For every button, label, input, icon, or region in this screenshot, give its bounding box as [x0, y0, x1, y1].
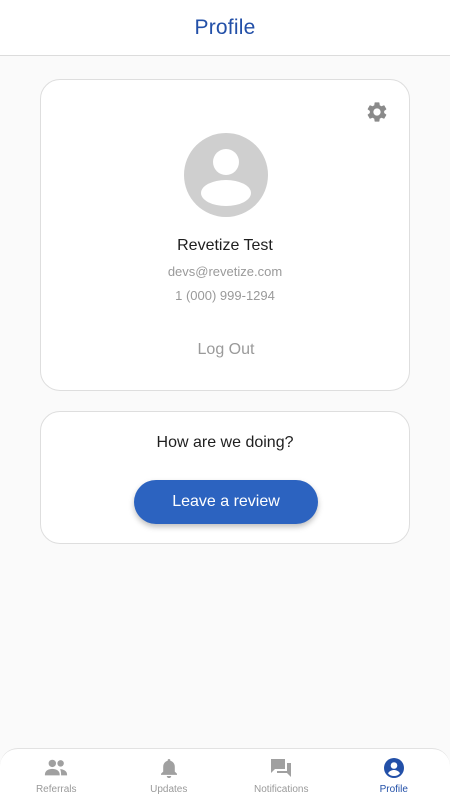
nav-label: Referrals	[35, 784, 77, 795]
review-prompt: How are we doing?	[156, 434, 294, 451]
app-header: Profile	[0, 0, 450, 56]
nav-item-referrals[interactable]: Referrals	[0, 749, 113, 800]
nav-item-notifications[interactable]: Notifications	[225, 749, 338, 800]
page-title: Profile	[194, 15, 256, 39]
bottom-nav: Referrals Updates Notifications Profile	[0, 748, 450, 800]
user-email: devs@revetize.com	[167, 264, 283, 279]
profile-card: Revetize Test devs@revetize.com 1 (000) …	[40, 79, 410, 391]
user-phone: 1 (000) 999-1294	[175, 288, 275, 303]
logout-button[interactable]: Log Out	[176, 338, 276, 362]
user-name: Revetize Test	[177, 237, 273, 254]
account-circle-icon	[382, 757, 406, 779]
people-icon	[44, 757, 68, 779]
nav-item-profile[interactable]: Profile	[338, 749, 450, 800]
account-circle-icon	[184, 133, 268, 217]
chat-bubbles-icon	[269, 757, 293, 779]
nav-label: Updates	[150, 784, 188, 795]
nav-item-updates[interactable]: Updates	[113, 749, 226, 800]
avatar	[183, 132, 269, 218]
gear-icon[interactable]	[365, 100, 389, 124]
review-card: How are we doing? Leave a review	[40, 411, 410, 544]
bell-icon	[157, 757, 181, 779]
nav-label: Notifications	[254, 784, 309, 795]
nav-label: Profile	[379, 784, 408, 795]
leave-review-button[interactable]: Leave a review	[134, 480, 318, 524]
